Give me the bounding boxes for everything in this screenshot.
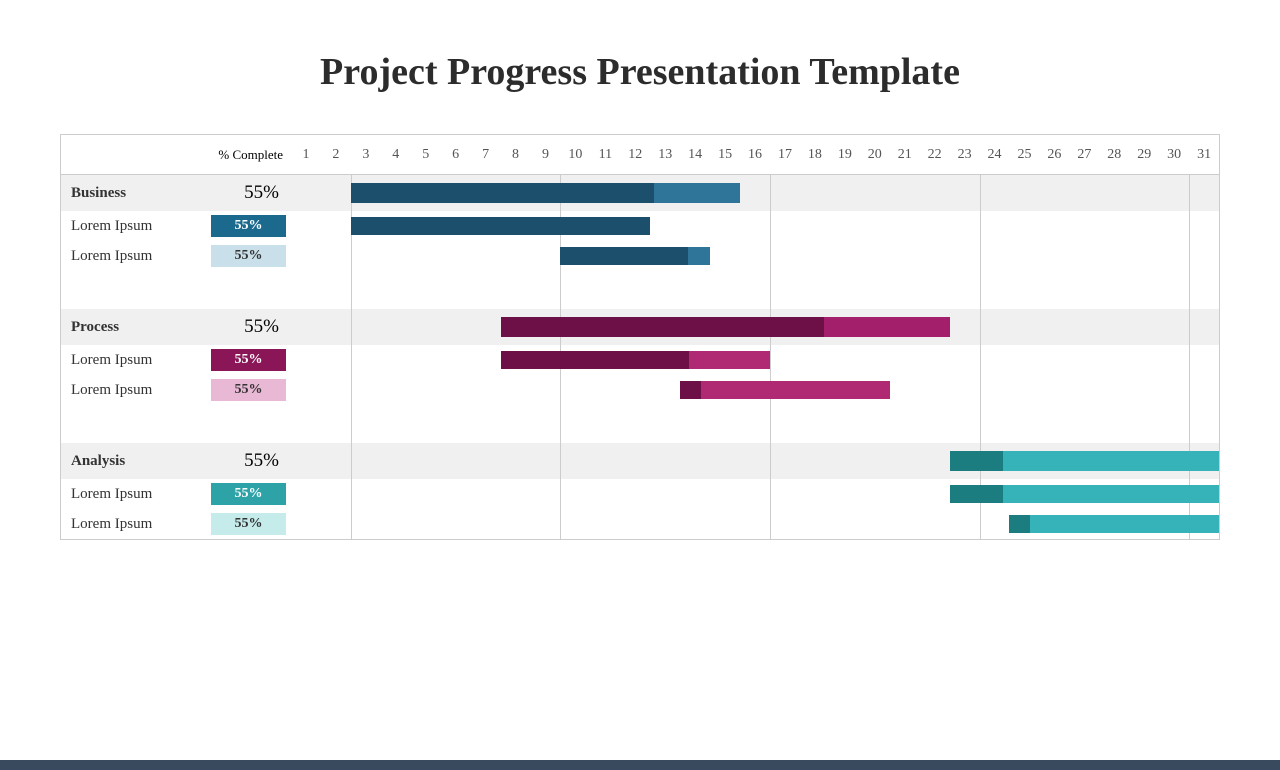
spacer-row	[61, 271, 1219, 309]
task-pct: 55%	[206, 379, 291, 401]
section-label: Business	[61, 185, 206, 202]
task-label: Lorem Ipsum	[61, 248, 206, 265]
day-header-cell: 29	[1129, 135, 1159, 174]
day-header-cell: 13	[650, 135, 680, 174]
day-header-cell: 30	[1159, 135, 1189, 174]
day-header-cell: 24	[980, 135, 1010, 174]
gantt-bar	[351, 183, 740, 203]
pct-badge: 55%	[211, 379, 286, 401]
day-header-cell: 25	[1010, 135, 1040, 174]
row-bar-area	[291, 345, 1219, 375]
gantt-bar	[1009, 515, 1219, 533]
day-header-cell: 15	[710, 135, 740, 174]
row-bar-area	[291, 375, 1219, 405]
section-row: Process55%	[61, 309, 1219, 345]
day-header-cell: 12	[620, 135, 650, 174]
task-row: Lorem Ipsum 55%	[61, 509, 1219, 539]
spacer-row	[61, 405, 1219, 443]
section-pct: 55%	[206, 316, 291, 338]
section-pct: 55%	[206, 182, 291, 204]
pct-badge: 55%	[211, 483, 286, 505]
day-header-cell: 21	[890, 135, 920, 174]
day-header-cell: 22	[920, 135, 950, 174]
day-header-cell: 23	[950, 135, 980, 174]
pct-badge: 55%	[211, 349, 286, 371]
gantt-bar	[501, 351, 770, 369]
day-header-cell: 2	[321, 135, 351, 174]
task-label: Lorem Ipsum	[61, 516, 206, 533]
gantt-bar	[501, 317, 950, 337]
gantt-chart: % Complete 12345678910111213141516171819…	[60, 134, 1220, 540]
task-label: Lorem Ipsum	[61, 352, 206, 369]
row-bar-area	[291, 309, 1219, 345]
day-header-cell: 31	[1189, 135, 1219, 174]
section-label: Analysis	[61, 453, 206, 470]
gantt-bar	[950, 451, 1219, 471]
gantt-bar	[680, 381, 890, 399]
day-header-cell: 26	[1039, 135, 1069, 174]
day-header-cell: 5	[411, 135, 441, 174]
header-pct-complete: % Complete	[206, 135, 291, 174]
day-header-cell: 3	[351, 135, 381, 174]
gantt-bar	[950, 485, 1219, 503]
task-row: Lorem Ipsum 55%	[61, 241, 1219, 271]
task-pct: 55%	[206, 245, 291, 267]
pct-badge: 55%	[211, 513, 286, 535]
task-row: Lorem Ipsum 55%	[61, 375, 1219, 405]
day-header-cell: 1	[291, 135, 321, 174]
day-header-cell: 28	[1099, 135, 1129, 174]
day-header-cell: 8	[501, 135, 531, 174]
pct-badge: 55%	[211, 215, 286, 237]
day-header-cell: 11	[590, 135, 620, 174]
header-days: 1234567891011121314151617181920212223242…	[291, 135, 1219, 174]
day-header-cell: 16	[740, 135, 770, 174]
section-row: Business55%	[61, 175, 1219, 211]
day-header-cell: 27	[1069, 135, 1099, 174]
row-bar-area	[291, 175, 1219, 211]
gantt-body: Business55%Lorem Ipsum55%Lorem Ipsum55%P…	[61, 175, 1219, 539]
gantt-header: % Complete 12345678910111213141516171819…	[61, 135, 1219, 175]
task-pct: 55%	[206, 483, 291, 505]
row-bar-area	[291, 211, 1219, 241]
row-bar-area	[291, 509, 1219, 539]
row-bar-area	[291, 271, 1219, 309]
row-bar-area	[291, 241, 1219, 271]
day-header-cell: 19	[830, 135, 860, 174]
section-pct: 55%	[206, 450, 291, 472]
day-header-cell: 7	[471, 135, 501, 174]
task-pct: 55%	[206, 513, 291, 535]
day-header-cell: 6	[441, 135, 471, 174]
task-label: Lorem Ipsum	[61, 382, 206, 399]
day-header-cell: 4	[381, 135, 411, 174]
page-title: Project Progress Presentation Template	[0, 50, 1280, 94]
day-header-cell: 14	[680, 135, 710, 174]
day-header-cell: 9	[531, 135, 561, 174]
day-header-cell: 17	[770, 135, 800, 174]
section-label: Process	[61, 319, 206, 336]
day-header-cell: 10	[560, 135, 590, 174]
row-bar-area	[291, 479, 1219, 509]
task-row: Lorem Ipsum 55%	[61, 479, 1219, 509]
task-row: Lorem Ipsum 55%	[61, 211, 1219, 241]
gantt-bar	[351, 217, 650, 235]
header-label-blank	[61, 135, 206, 174]
task-pct: 55%	[206, 349, 291, 371]
day-header-cell: 18	[800, 135, 830, 174]
pct-badge: 55%	[211, 245, 286, 267]
gantt-bar	[560, 247, 710, 265]
section-row: Analysis55%	[61, 443, 1219, 479]
day-header-cell: 20	[860, 135, 890, 174]
row-bar-area	[291, 443, 1219, 479]
task-row: Lorem Ipsum 55%	[61, 345, 1219, 375]
row-bar-area	[291, 405, 1219, 443]
footer-bar	[0, 760, 1280, 770]
task-pct: 55%	[206, 215, 291, 237]
task-label: Lorem Ipsum	[61, 486, 206, 503]
task-label: Lorem Ipsum	[61, 218, 206, 235]
